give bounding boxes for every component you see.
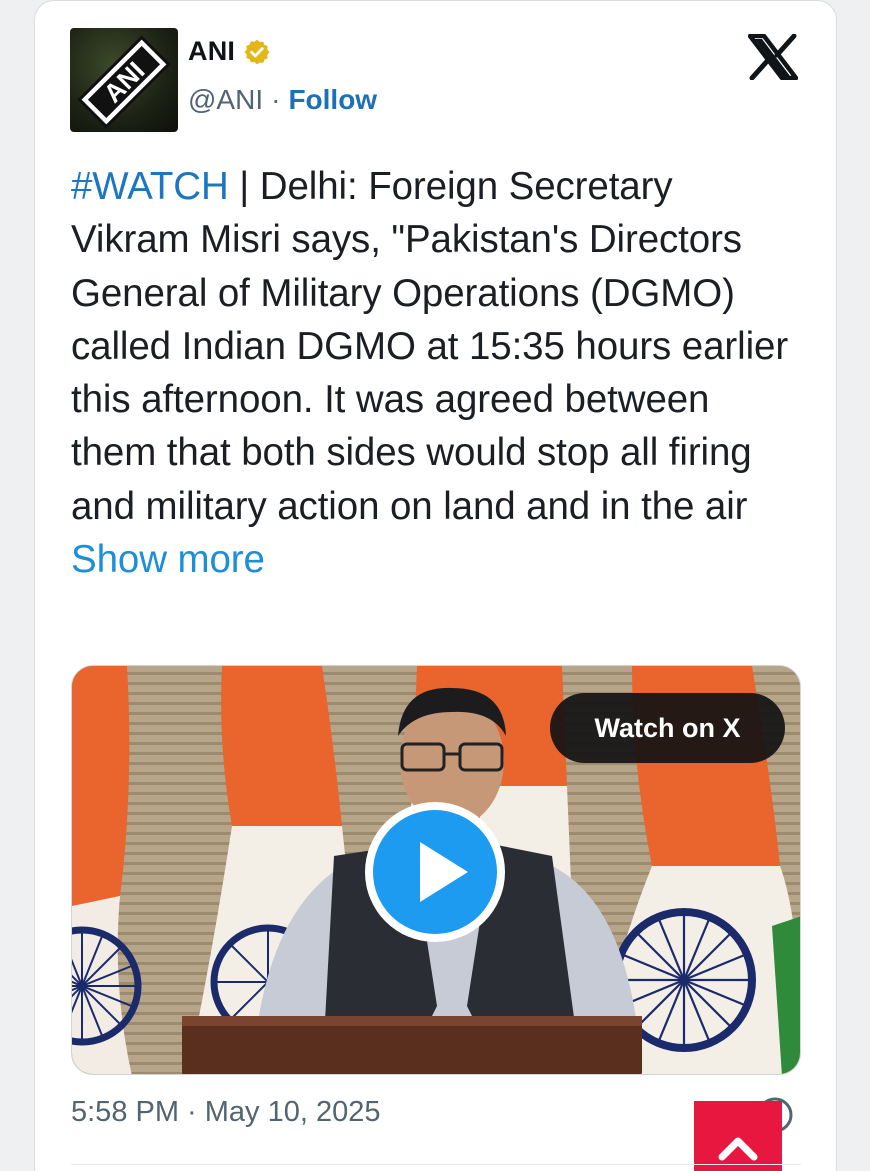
podium — [182, 1016, 642, 1074]
author-name[interactable]: ANI — [188, 36, 235, 67]
play-icon[interactable] — [360, 797, 510, 947]
tweet-body: | Delhi: Foreign Secretary Vikram Misri … — [71, 165, 789, 528]
hashtag-link[interactable]: #WATCH — [71, 165, 229, 208]
x-logo-icon[interactable] — [748, 34, 798, 80]
verified-badge-icon — [243, 38, 271, 66]
watch-on-x-button[interactable]: Watch on X — [550, 693, 785, 763]
author-avatar[interactable]: ANI — [70, 28, 178, 132]
tweet-text: #WATCH | Delhi: Foreign Secretary Vikram… — [71, 160, 801, 586]
scroll-to-top-button[interactable] — [694, 1101, 782, 1171]
footer-divider — [71, 1164, 801, 1165]
tweet-timestamp[interactable]: 5:58 PM · May 10, 2025 — [71, 1096, 381, 1129]
show-more-link[interactable]: Show more — [71, 538, 265, 581]
author-handle[interactable]: @ANI — [188, 84, 263, 116]
author-name-row: ANI — [188, 36, 271, 67]
follow-button[interactable]: Follow — [288, 84, 377, 116]
separator-dot: · — [271, 84, 281, 115]
chevron-up-icon — [718, 1137, 758, 1161]
author-handle-row: @ANI · Follow — [188, 84, 377, 116]
